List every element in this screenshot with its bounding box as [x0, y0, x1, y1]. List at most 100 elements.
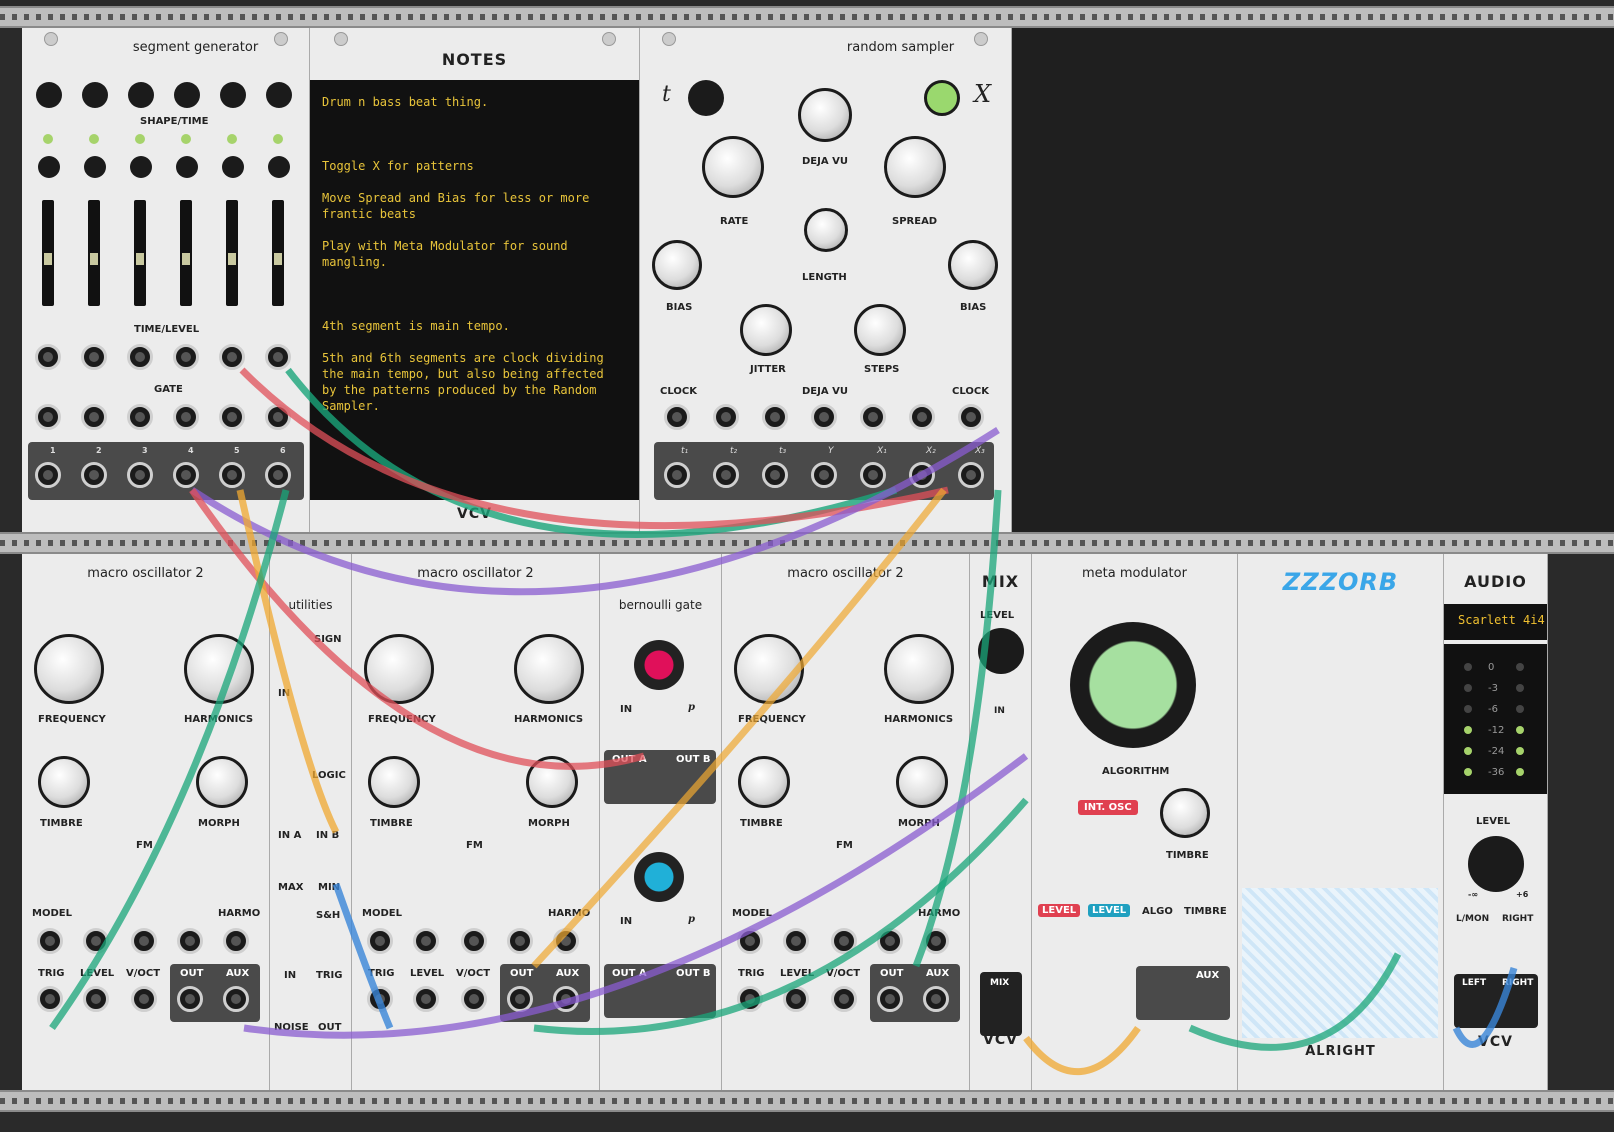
- trig-row-jack[interactable]: [831, 986, 857, 1012]
- cv-input-jack[interactable]: [737, 928, 763, 954]
- segment-output-jack[interactable]: [219, 462, 245, 488]
- x-button[interactable]: [924, 80, 960, 116]
- trig-row-jack[interactable]: [877, 986, 903, 1012]
- level-slider[interactable]: [226, 200, 238, 306]
- clock-cv-jack[interactable]: [762, 404, 788, 430]
- sampler-output-jack[interactable]: [762, 462, 788, 488]
- cv-input-jack[interactable]: [37, 928, 63, 954]
- sampler-output-jack[interactable]: [860, 462, 886, 488]
- frequency-knob[interactable]: [364, 634, 434, 704]
- level-slider[interactable]: [42, 200, 54, 306]
- bias-left-knob[interactable]: [652, 240, 702, 290]
- length-knob[interactable]: [804, 208, 848, 252]
- shape-knob[interactable]: [220, 82, 246, 108]
- gate-input-jack[interactable]: [81, 404, 107, 430]
- cv-input-jack[interactable]: [461, 928, 487, 954]
- segment-output-jack[interactable]: [265, 462, 291, 488]
- segment-output-jack[interactable]: [127, 462, 153, 488]
- cv-input-jack[interactable]: [83, 928, 109, 954]
- cv-input-jack[interactable]: [367, 928, 393, 954]
- cv-input-jack[interactable]: [177, 928, 203, 954]
- time-knob[interactable]: [222, 156, 244, 178]
- time-knob[interactable]: [130, 156, 152, 178]
- t-button[interactable]: [688, 80, 724, 116]
- frequency-knob[interactable]: [734, 634, 804, 704]
- time-knob[interactable]: [38, 156, 60, 178]
- cv-input-jack[interactable]: [223, 928, 249, 954]
- level-slider[interactable]: [180, 200, 192, 306]
- jitter-knob[interactable]: [740, 304, 792, 356]
- clock-cv-jack[interactable]: [909, 404, 935, 430]
- sampler-output-jack[interactable]: [664, 462, 690, 488]
- time-knob[interactable]: [176, 156, 198, 178]
- time-level-input-jack[interactable]: [35, 344, 61, 370]
- timbre-knob[interactable]: [38, 756, 90, 808]
- harmonics-knob[interactable]: [184, 634, 254, 704]
- shape-knob[interactable]: [266, 82, 292, 108]
- segment-output-jack[interactable]: [81, 462, 107, 488]
- trig-row-jack[interactable]: [413, 986, 439, 1012]
- cv-input-jack[interactable]: [413, 928, 439, 954]
- clock-cv-jack[interactable]: [713, 404, 739, 430]
- sampler-output-jack[interactable]: [713, 462, 739, 488]
- probability-knob-2[interactable]: [634, 852, 684, 902]
- spread-knob[interactable]: [884, 136, 946, 198]
- cv-input-jack[interactable]: [877, 928, 903, 954]
- steps-knob[interactable]: [854, 304, 906, 356]
- clock-cv-jack[interactable]: [664, 404, 690, 430]
- probability-knob-1[interactable]: [634, 640, 684, 690]
- trig-row-jack[interactable]: [553, 986, 579, 1012]
- morph-knob[interactable]: [526, 756, 578, 808]
- harmonics-knob[interactable]: [884, 634, 954, 704]
- time-knob[interactable]: [268, 156, 290, 178]
- clock-cv-jack[interactable]: [860, 404, 886, 430]
- trig-row-jack[interactable]: [83, 986, 109, 1012]
- shape-knob[interactable]: [174, 82, 200, 108]
- int-osc-button[interactable]: INT. OSC: [1078, 800, 1138, 815]
- trig-row-jack[interactable]: [177, 986, 203, 1012]
- gate-input-jack[interactable]: [173, 404, 199, 430]
- timbre-knob[interactable]: [738, 756, 790, 808]
- gate-input-jack[interactable]: [127, 404, 153, 430]
- cv-input-jack[interactable]: [831, 928, 857, 954]
- trig-row-jack[interactable]: [783, 986, 809, 1012]
- rate-knob[interactable]: [702, 136, 764, 198]
- time-knob[interactable]: [84, 156, 106, 178]
- mix-level-knob[interactable]: [978, 628, 1024, 674]
- sampler-output-jack[interactable]: [958, 462, 984, 488]
- frequency-knob[interactable]: [34, 634, 104, 704]
- gate-input-jack[interactable]: [265, 404, 291, 430]
- level-slider[interactable]: [88, 200, 100, 306]
- trig-row-jack[interactable]: [507, 986, 533, 1012]
- trig-row-jack[interactable]: [737, 986, 763, 1012]
- cv-input-jack[interactable]: [507, 928, 533, 954]
- timbre-knob[interactable]: [368, 756, 420, 808]
- notes-text[interactable]: Drum n bass beat thing. Toggle X for pat…: [322, 94, 632, 414]
- timbre-knob[interactable]: [1160, 788, 1210, 838]
- sampler-output-jack[interactable]: [811, 462, 837, 488]
- trig-row-jack[interactable]: [131, 986, 157, 1012]
- time-level-input-jack[interactable]: [265, 344, 291, 370]
- trig-row-jack[interactable]: [223, 986, 249, 1012]
- audio-device-display[interactable]: Scarlett 4i4: [1444, 604, 1547, 640]
- gate-input-jack[interactable]: [219, 404, 245, 430]
- harmonics-knob[interactable]: [514, 634, 584, 704]
- time-level-input-jack[interactable]: [173, 344, 199, 370]
- shape-knob[interactable]: [36, 82, 62, 108]
- deja-vu-knob[interactable]: [798, 88, 852, 142]
- clock-cv-jack[interactable]: [958, 404, 984, 430]
- sampler-output-jack[interactable]: [909, 462, 935, 488]
- clock-cv-jack[interactable]: [811, 404, 837, 430]
- morph-knob[interactable]: [896, 756, 948, 808]
- cv-input-jack[interactable]: [553, 928, 579, 954]
- bias-right-knob[interactable]: [948, 240, 998, 290]
- cv-input-jack[interactable]: [783, 928, 809, 954]
- notes-text-area[interactable]: Drum n bass beat thing. Toggle X for pat…: [310, 80, 639, 500]
- level-slider[interactable]: [272, 200, 284, 306]
- morph-knob[interactable]: [196, 756, 248, 808]
- trig-row-jack[interactable]: [37, 986, 63, 1012]
- shape-knob[interactable]: [128, 82, 154, 108]
- gate-input-jack[interactable]: [35, 404, 61, 430]
- time-level-input-jack[interactable]: [127, 344, 153, 370]
- shape-knob[interactable]: [82, 82, 108, 108]
